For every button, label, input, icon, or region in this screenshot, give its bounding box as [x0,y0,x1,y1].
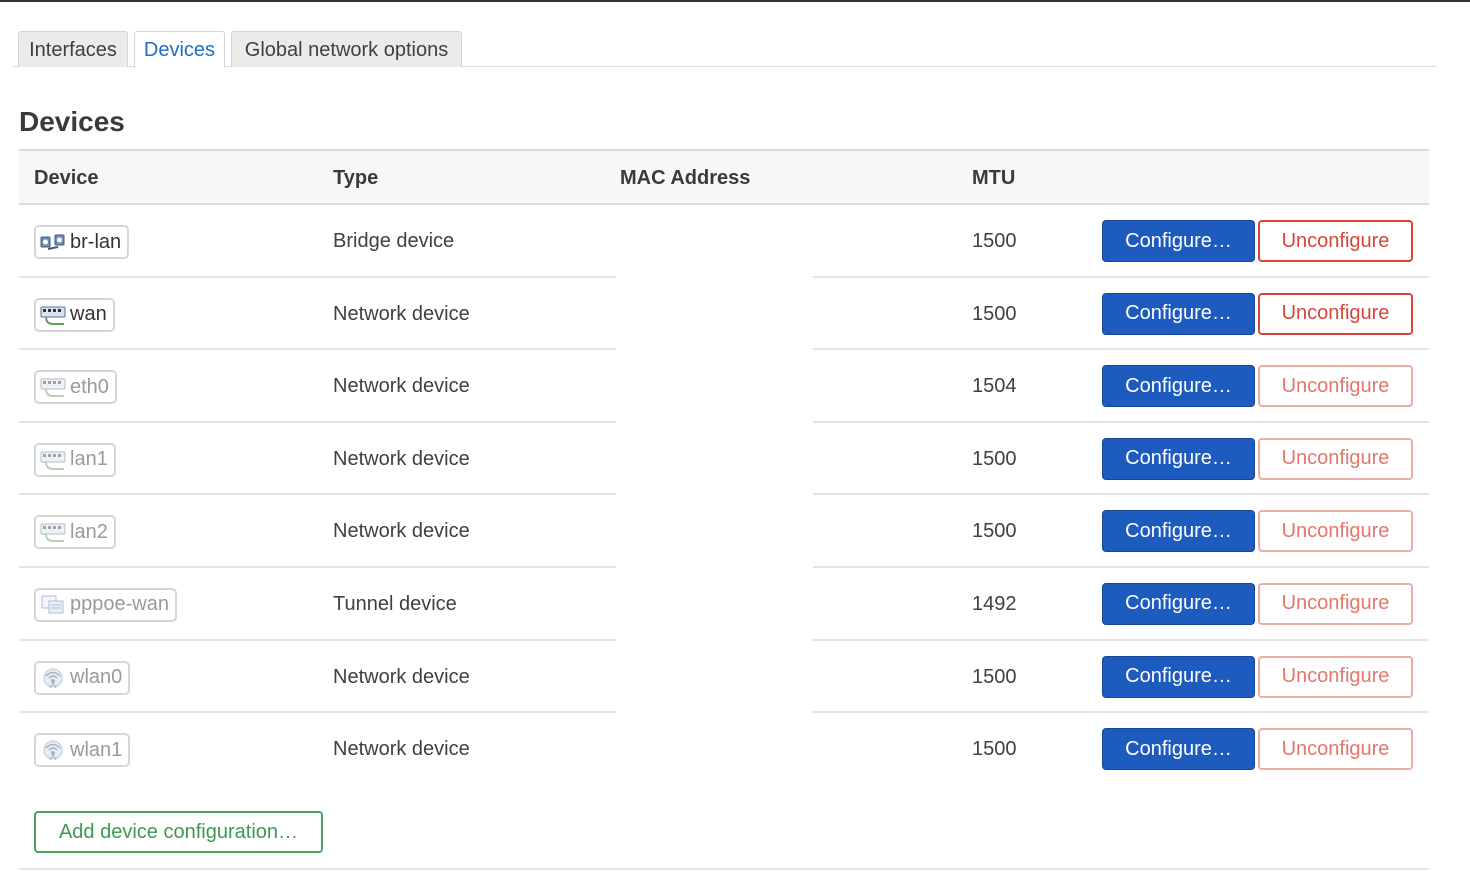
unconfigure-button[interactable]: Unconfigure [1258,365,1413,408]
table-row: br-lan Bridge device 1500 Configure… Unc… [19,205,1429,278]
device-badge-br-lan[interactable]: br-lan [34,225,130,259]
wifi-icon [40,739,66,761]
column-header-mtu: MTU [972,167,1016,189]
configure-button[interactable]: Configure… [1102,655,1255,698]
device-mtu: 1500 [972,447,1017,470]
ethernet-icon [40,376,66,398]
device-name: br-lan [70,230,122,253]
column-header-type: Type [333,167,379,189]
device-type: Network device [333,447,470,470]
device-mtu: 1500 [972,230,1017,252]
device-badge-lan1[interactable]: lan1 [34,442,116,477]
table-row: wlan0 Network device 1500 Configure… Unc… [19,641,1429,714]
device-name: eth0 [70,375,109,398]
table-row: eth0 Network device 1504 Configure… Unco… [19,350,1429,423]
configure-button[interactable]: Configure… [1102,510,1255,553]
table-header: Device Type MAC Address MTU [19,149,1429,205]
tab-global-network-options[interactable]: Global network options [231,31,462,67]
device-type: Network device [333,665,470,688]
tab-bar: Interfaces Devices Global network option… [12,31,1437,68]
configure-button[interactable]: Configure… [1102,728,1255,771]
unconfigure-button[interactable]: Unconfigure [1258,437,1413,480]
device-badge-wlan1[interactable]: wlan1 [34,733,131,768]
table-body: br-lan Bridge device 1500 Configure… Unc… [19,205,1429,786]
bridge-icon [40,231,66,253]
device-mtu: 1504 [972,375,1017,398]
top-border [0,0,1470,2]
device-name: wlan0 [70,666,123,689]
column-header-mac: MAC Address [620,167,751,189]
device-type: Network device [333,520,470,543]
unconfigure-button[interactable]: Unconfigure [1258,582,1413,625]
unconfigure-button[interactable]: Unconfigure [1258,220,1413,262]
column-header-device: Device [34,167,99,189]
table-row: lan2 Network device 1500 Configure… Unco… [19,495,1429,568]
table-row: wan Network device 1500 Configure… Uncon… [19,278,1429,351]
configure-button[interactable]: Configure… [1102,437,1255,480]
device-type: Tunnel device [333,592,457,615]
unconfigure-button[interactable]: Unconfigure [1258,728,1413,771]
unconfigure-button[interactable]: Unconfigure [1258,655,1413,698]
table-row: pppoe-wan Tunnel device 1492 Configure… … [19,568,1429,641]
add-device-configuration-button[interactable]: Add device configuration… [34,811,323,853]
tab-interfaces[interactable]: Interfaces [18,31,128,67]
device-name: wan [70,303,107,326]
ethernet-icon [40,449,66,471]
device-mtu: 1500 [972,302,1017,325]
device-badge-lan2[interactable]: lan2 [34,515,116,550]
device-type: Network device [333,375,470,398]
device-badge-wan[interactable]: wan [34,297,115,332]
table-row: wlan1 Network device 1500 Configure… Unc… [19,713,1429,786]
wifi-icon [40,667,66,689]
configure-button[interactable]: Configure… [1102,220,1255,262]
device-type: Network device [333,302,470,325]
device-mtu: 1500 [972,665,1017,688]
device-mtu: 1492 [972,592,1017,615]
unconfigure-button[interactable]: Unconfigure [1258,510,1413,553]
device-type: Network device [333,738,470,761]
configure-button[interactable]: Configure… [1102,365,1255,408]
device-badge-wlan0[interactable]: wlan0 [34,660,131,695]
device-badge-pppoe-wan[interactable]: pppoe-wan [34,587,177,622]
ethernet-icon [40,304,66,326]
configure-button[interactable]: Configure… [1102,582,1255,625]
unconfigure-button[interactable]: Unconfigure [1258,292,1413,335]
ethernet-icon [40,521,66,543]
device-name: pppoe-wan [70,593,169,616]
device-name: lan2 [70,520,108,543]
device-badge-eth0[interactable]: eth0 [34,370,117,405]
device-mtu: 1500 [972,738,1017,761]
device-name: wlan1 [70,738,123,761]
tunnel-icon [40,594,66,616]
device-name: lan1 [70,448,108,471]
device-type: Bridge device [333,230,455,252]
devices-table: Device Type MAC Address MTU br-lan Bridg… [19,149,1429,786]
section-title: Devices [19,106,125,137]
device-mtu: 1500 [972,520,1017,543]
configure-button[interactable]: Configure… [1102,292,1255,335]
table-bottom-border [19,868,1429,870]
table-row: lan1 Network device 1500 Configure… Unco… [19,423,1429,496]
tab-devices[interactable]: Devices [134,31,225,68]
